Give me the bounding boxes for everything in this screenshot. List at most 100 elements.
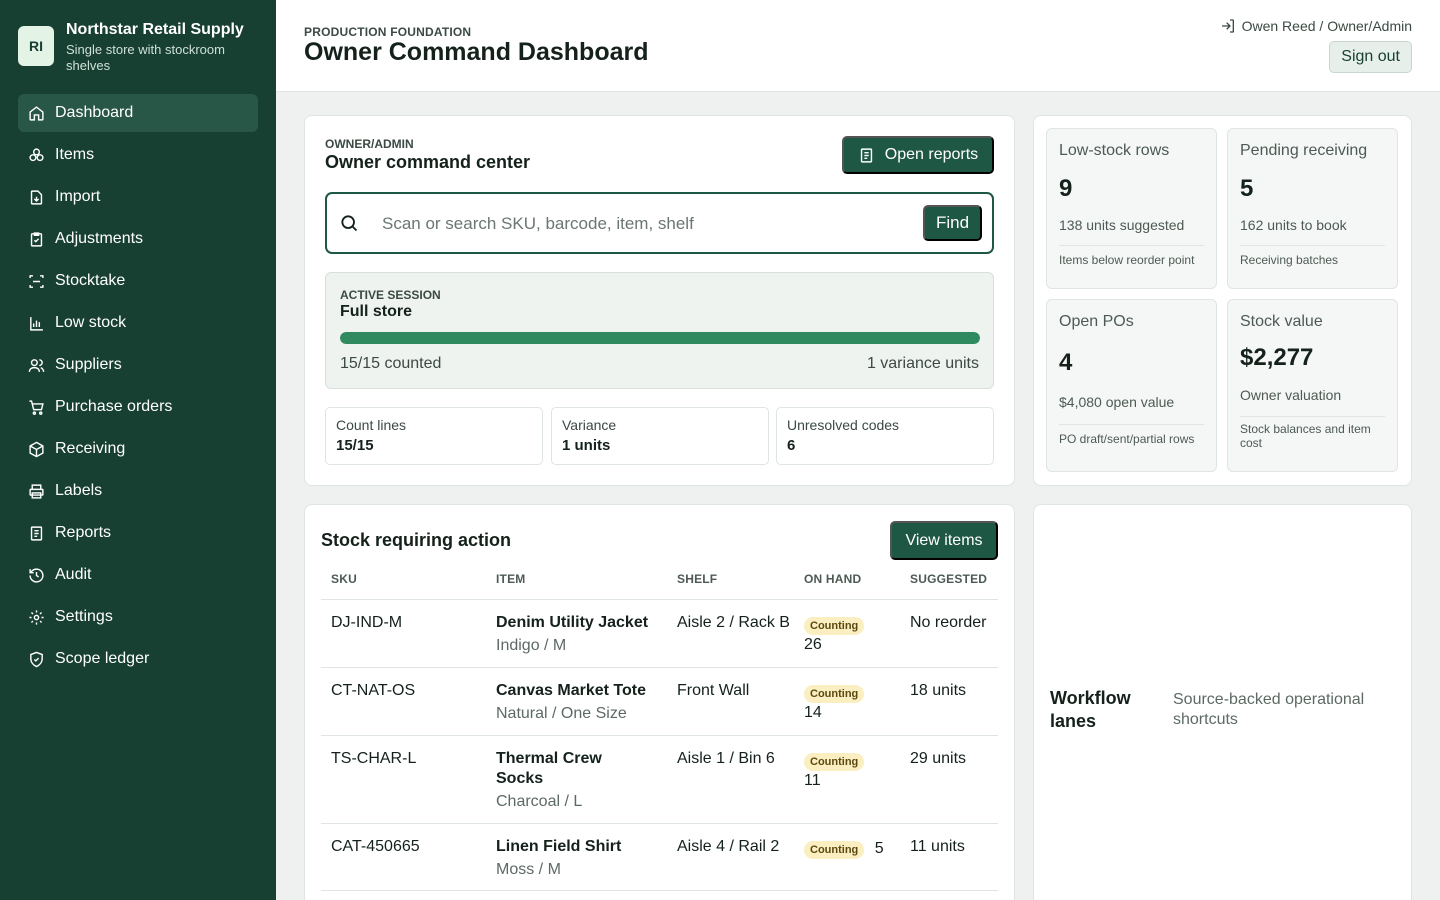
- metric-value: $2,277: [1240, 344, 1314, 371]
- item-variant: Charcoal / L: [496, 793, 583, 810]
- column-header-sku: SKU: [331, 572, 357, 586]
- stat-value: 6: [787, 437, 796, 454]
- item-cell: Denim Utility Jacket Indigo / M: [496, 613, 666, 656]
- column-header-on-hand: ON HAND: [804, 572, 862, 586]
- item-variant: Natural / One Size: [496, 705, 627, 722]
- sidebar-item-label: Dashboard: [55, 104, 134, 121]
- workflow-lanes-card: Workflow lanes Source-backed operational…: [1033, 504, 1412, 900]
- users-icon: [28, 357, 45, 374]
- sidebar-item-reports[interactable]: Reports: [18, 514, 258, 552]
- sidebar-item-receiving[interactable]: Receiving: [18, 430, 258, 468]
- item-name: Denim Utility Jacket: [496, 614, 649, 631]
- item-cell: Thermal Crew Socks Charcoal / L: [496, 749, 646, 812]
- view-items-button[interactable]: View items: [890, 521, 998, 560]
- sidebar-item-label: Suppliers: [55, 356, 122, 373]
- session-progress-bar: [340, 332, 980, 344]
- page-title: Owner Command Dashboard: [304, 38, 649, 66]
- search-field[interactable]: Scan or search SKU, barcode, item, shelf…: [325, 192, 994, 254]
- history-icon: [28, 567, 45, 584]
- stat-count-lines: Count lines 15/15: [325, 407, 543, 465]
- sidebar-item-label: Reports: [55, 524, 112, 541]
- sidebar-item-settings[interactable]: Settings: [18, 598, 258, 636]
- metric-low-stock[interactable]: Low-stock rows 9 138 units suggested Ite…: [1046, 128, 1217, 289]
- sidebar-item-label: Settings: [55, 608, 113, 625]
- sidebar-item-label: Labels: [55, 482, 103, 499]
- stat-label: Variance: [562, 417, 617, 433]
- metric-pending-receiving[interactable]: Pending receiving 5 162 units to book Re…: [1227, 128, 1398, 289]
- bar-chart-icon: [28, 315, 45, 332]
- metric-value: 4: [1059, 349, 1073, 376]
- brand-name: Northstar Retail Supply: [66, 21, 244, 38]
- metric-stock-value[interactable]: Stock value $2,277 Owner valuation Stock…: [1227, 299, 1398, 472]
- sidebar-item-label: Import: [55, 188, 101, 205]
- metric-note: Receiving batches: [1240, 253, 1339, 267]
- sidebar-item-purchase-orders[interactable]: Purchase orders: [18, 388, 258, 426]
- shelf-cell: Aisle 2 / Rack B: [677, 614, 790, 631]
- on-hand-value: 26: [804, 636, 822, 653]
- table-row[interactable]: CT-NAT-OS Canvas Market Tote Natural / O…: [321, 667, 998, 735]
- sidebar-item-low-stock[interactable]: Low stock: [18, 304, 258, 342]
- on-hand-cell: Counting 11: [804, 751, 894, 791]
- sidebar-item-labels[interactable]: Labels: [18, 472, 258, 510]
- session-progress-fill: [340, 332, 980, 344]
- on-hand-cell: Counting 14: [804, 683, 894, 723]
- sidebar-item-adjustments[interactable]: Adjustments: [18, 220, 258, 258]
- metric-value: 5: [1240, 175, 1254, 202]
- sidebar-item-import[interactable]: Import: [18, 178, 258, 216]
- search-input[interactable]: Scan or search SKU, barcode, item, shelf: [382, 214, 694, 234]
- open-reports-button[interactable]: Open reports: [842, 136, 994, 174]
- package-icon: [28, 441, 45, 458]
- sidebar-item-scope-ledger[interactable]: Scope ledger: [18, 640, 258, 678]
- metric-sub: 162 units to book: [1240, 217, 1347, 233]
- page-eyebrow: PRODUCTION FOUNDATION: [304, 25, 472, 39]
- sidebar-item-suppliers[interactable]: Suppliers: [18, 346, 258, 384]
- sidebar-item-label: Stocktake: [55, 272, 126, 289]
- workflow-title: Workflow lanes: [1050, 688, 1131, 731]
- find-button[interactable]: Find: [923, 205, 982, 241]
- metric-note: PO draft/sent/partial rows: [1059, 432, 1195, 446]
- sku-cell: CAT-450665: [331, 838, 420, 855]
- import-icon: [28, 189, 45, 206]
- stat-label: Unresolved codes: [787, 417, 900, 433]
- shelf-cell: Aisle 1 / Bin 6: [677, 750, 775, 767]
- item-name: Canvas Market Tote: [496, 682, 646, 699]
- sidebar-item-stocktake[interactable]: Stocktake: [18, 262, 258, 300]
- column-header-item: ITEM: [496, 572, 526, 586]
- table-row[interactable]: CAT-450665 Linen Field Shirt Moss / M Ai…: [321, 823, 998, 891]
- item-cell: Canvas Market Tote Natural / One Size: [496, 681, 666, 724]
- command-center-title: Owner command center: [325, 152, 531, 172]
- suggested-cell: 18 units: [910, 682, 967, 699]
- metric-sub: 138 units suggested: [1059, 217, 1185, 233]
- workflow-subtitle: Source-backed operational shortcuts: [1173, 691, 1365, 728]
- table-row[interactable]: TS-CHAR-L Thermal Crew Socks Charcoal / …: [321, 735, 998, 823]
- on-hand-cell: Counting 26: [804, 615, 894, 655]
- sku-cell: TS-CHAR-L: [331, 750, 417, 767]
- sidebar: RI Northstar Retail Supply Single store …: [0, 0, 276, 900]
- cart-icon: [28, 399, 45, 416]
- table-row[interactable]: DJ-IND-M Denim Utility Jacket Indigo / M…: [321, 599, 998, 667]
- user-info: Owen Reed / Owner/Admin: [1220, 18, 1412, 34]
- metric-value: 9: [1059, 175, 1073, 202]
- metric-open-pos[interactable]: Open POs 4 $4,080 open value PO draft/se…: [1046, 299, 1217, 472]
- sidebar-item-audit[interactable]: Audit: [18, 556, 258, 594]
- sidebar-item-items[interactable]: Items: [18, 136, 258, 174]
- item-name: Linen Field Shirt: [496, 838, 622, 855]
- sidebar-item-label: Adjustments: [55, 230, 144, 247]
- clipboard-check-icon: [28, 231, 45, 248]
- command-center-role: OWNER/ADMIN: [325, 137, 414, 151]
- metric-label: Stock value: [1240, 313, 1323, 330]
- page-header: PRODUCTION FOUNDATION Owner Command Dash…: [276, 0, 1440, 92]
- session-name: Full store: [340, 303, 413, 320]
- sidebar-item-label: Audit: [55, 566, 92, 583]
- open-reports-label: Open reports: [884, 146, 979, 163]
- metric-label: Low-stock rows: [1059, 142, 1170, 159]
- sidebar-item-label: Low stock: [55, 314, 127, 331]
- metric-sub: Owner valuation: [1240, 387, 1342, 403]
- sign-out-button[interactable]: Sign out: [1329, 41, 1412, 73]
- item-variant: Indigo / M: [496, 637, 567, 654]
- stat-label: Count lines: [336, 417, 407, 433]
- sidebar-item-dashboard[interactable]: Dashboard: [18, 94, 258, 132]
- status-badge: Counting: [804, 617, 865, 635]
- search-icon: [339, 213, 359, 238]
- metric-note: Stock balances and item cost: [1240, 422, 1371, 450]
